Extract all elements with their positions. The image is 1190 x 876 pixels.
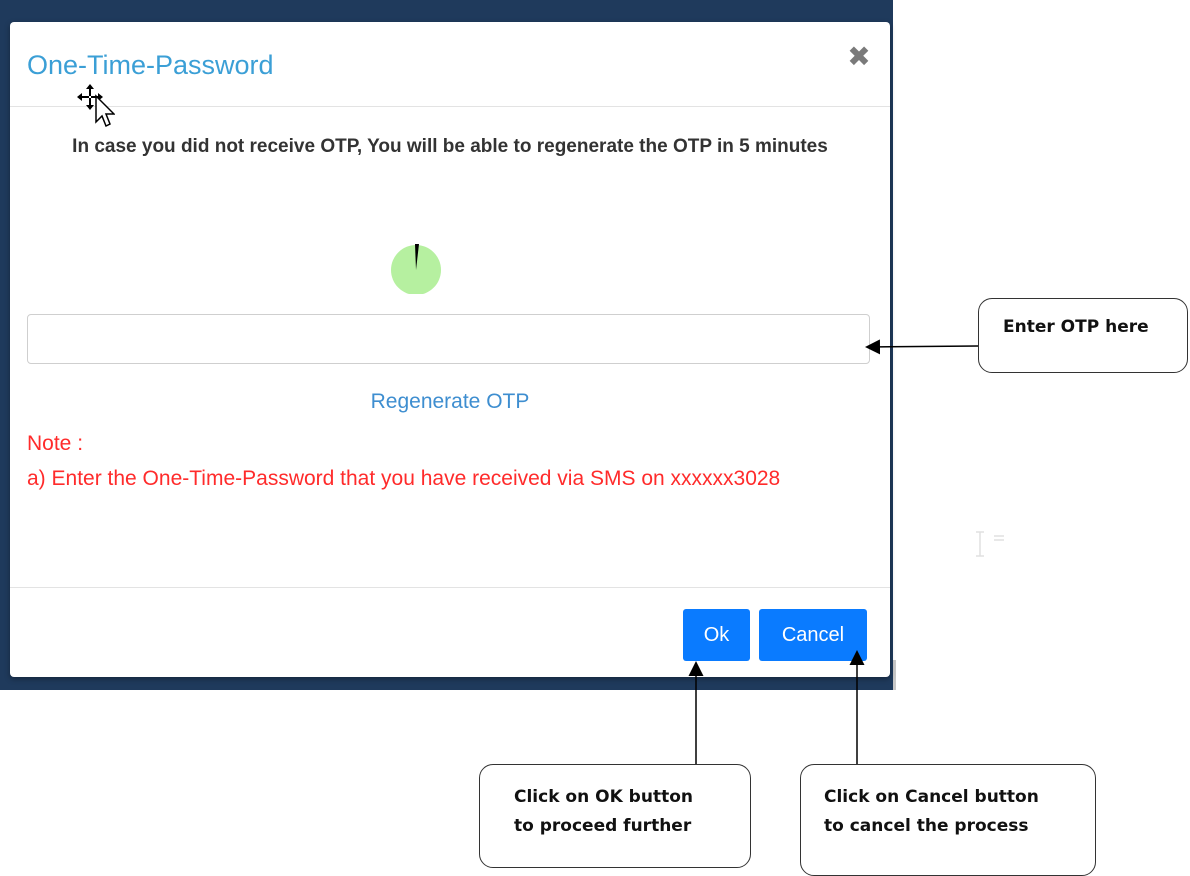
timer-icon: [391, 244, 441, 294]
callout-ok-button: Click on OK button to proceed further: [479, 764, 751, 868]
modal-header: One-Time-Password ✖: [10, 22, 890, 107]
callout-ok-line1: Click on OK button: [514, 787, 693, 807]
otp-modal: One-Time-Password ✖ In case you did not …: [10, 22, 890, 677]
text-cursor-icon: [976, 531, 1004, 557]
callout-cancel-line1: Click on Cancel button: [824, 787, 1039, 807]
otp-input[interactable]: [27, 314, 870, 364]
otp-info-text: In case you did not receive OTP, You wil…: [72, 136, 828, 157]
move-cursor-icon: [77, 84, 115, 128]
ok-button[interactable]: Ok: [683, 609, 750, 661]
callout-cancel-line2: to cancel the process: [824, 816, 1029, 836]
callout-enter-otp-text: Enter OTP here: [1003, 317, 1149, 337]
cancel-button[interactable]: Cancel: [759, 609, 867, 661]
note-section: Note : a) Enter the One-Time-Password th…: [27, 426, 867, 496]
backdrop-edge: [893, 660, 896, 690]
callout-cancel-button: Click on Cancel button to cancel the pro…: [800, 764, 1096, 876]
close-icon[interactable]: ✖: [846, 43, 872, 71]
note-line-a: a) Enter the One-Time-Password that you …: [27, 467, 781, 490]
note-heading: Note :: [27, 432, 84, 455]
regenerate-otp-link[interactable]: Regenerate OTP: [10, 390, 890, 414]
callout-ok-line2: to proceed further: [514, 816, 692, 836]
modal-footer: Ok Cancel: [10, 587, 890, 678]
modal-title: One-Time-Password: [27, 50, 274, 80]
callout-enter-otp: Enter OTP here: [978, 298, 1188, 373]
